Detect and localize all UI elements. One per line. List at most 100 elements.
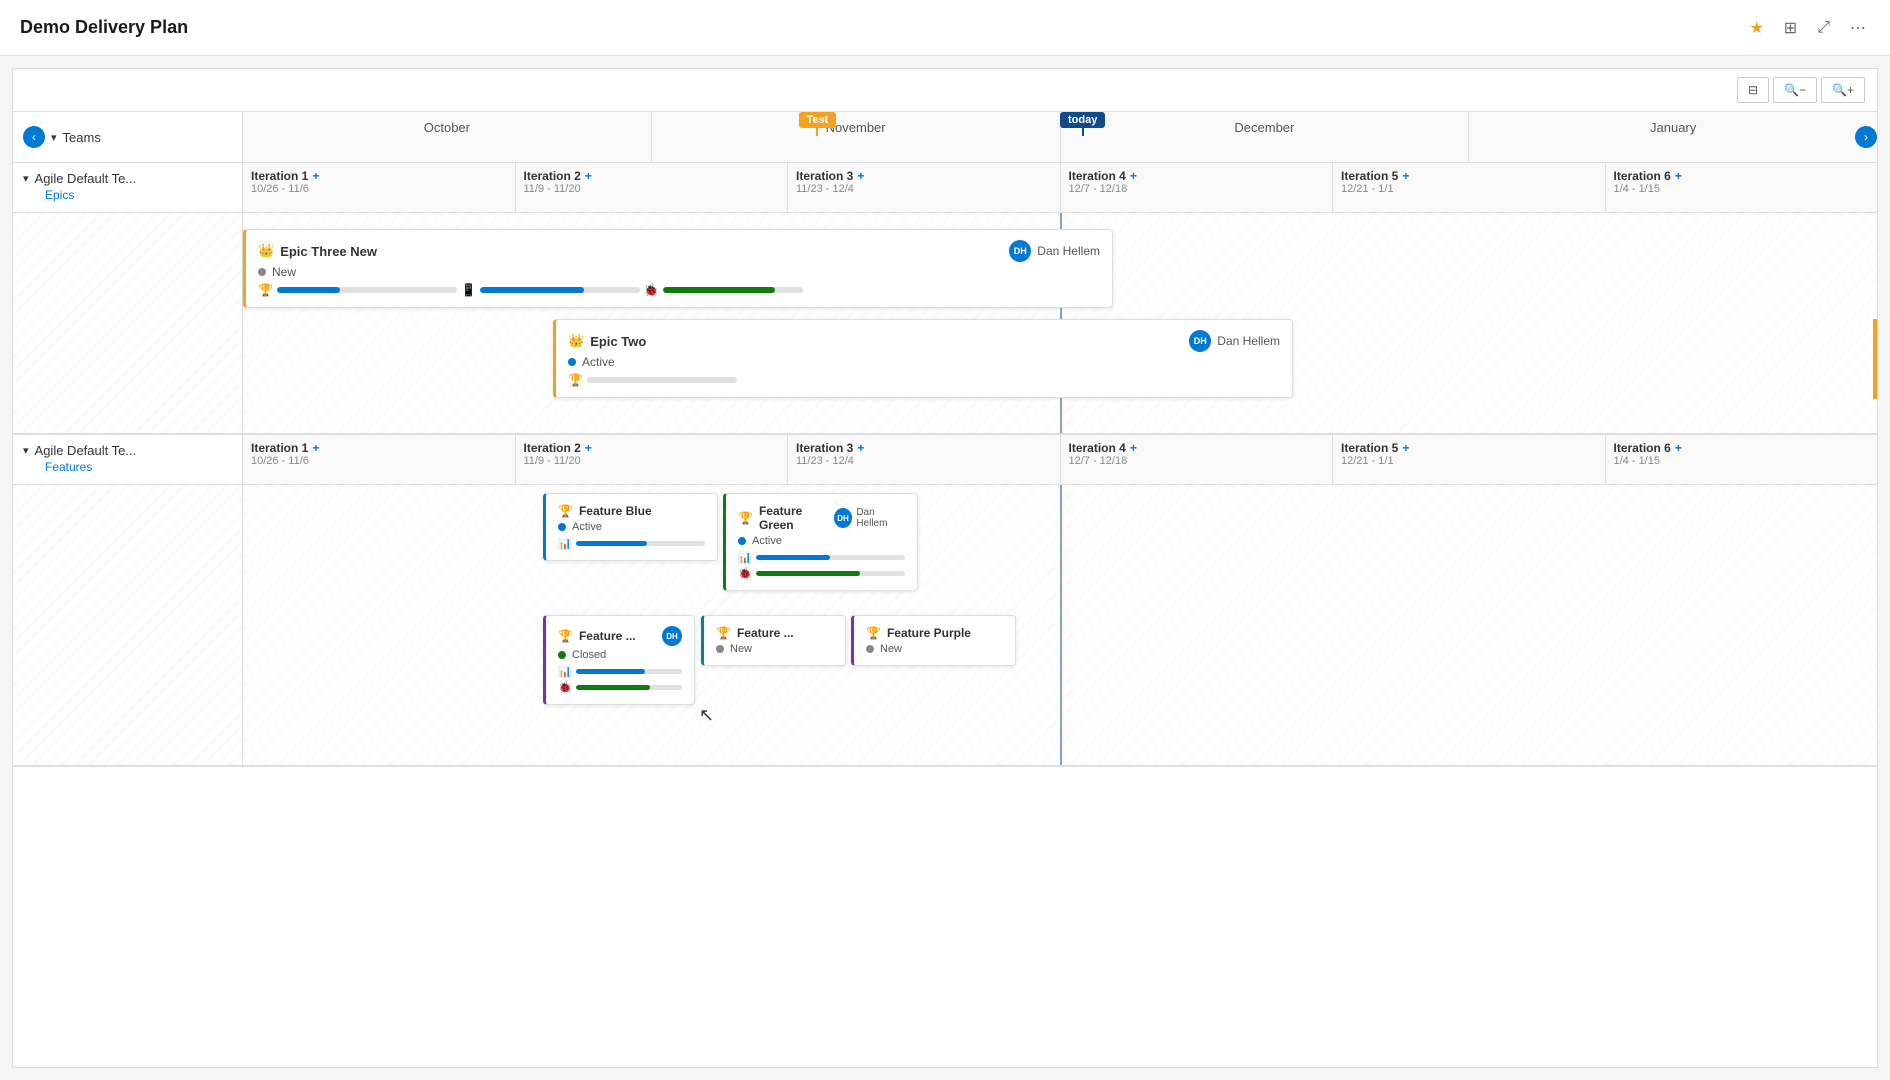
epic-three-crown-icon: 👑 xyxy=(258,243,274,259)
team2-iter6: Iteration 6 + 1/4 - 1/15 xyxy=(1606,435,1878,484)
timeline-header: ‹ ▾ Teams Test today xyxy=(13,112,1877,163)
filter-icon[interactable]: ⊞ xyxy=(1780,14,1801,42)
feature-closed-fill2 xyxy=(576,685,650,690)
feature-teal-status-dot xyxy=(716,645,724,653)
feature-teal-card[interactable]: 🏆 Feature ... New xyxy=(701,615,846,666)
feature-teal-title-row: 🏆 Feature ... xyxy=(716,626,833,640)
epic-three-assignee: DH Dan Hellem xyxy=(1009,240,1100,262)
feature-blue-trophy-icon: 🏆 xyxy=(558,504,573,518)
team1-iter2: Iteration 2 + 11/9 - 11/20 xyxy=(516,163,789,212)
feature-green-status: Active xyxy=(738,535,905,547)
team2-label-area: ▾ Agile Default Te... Features xyxy=(13,435,243,484)
feature-closed-trophy-icon: 🏆 xyxy=(558,629,573,643)
more-icon[interactable]: ⋯ xyxy=(1846,14,1870,42)
iter5-add[interactable]: + xyxy=(1402,169,1409,183)
team2-name[interactable]: ▾ Agile Default Te... xyxy=(23,443,232,458)
teams-label: ▾ Teams xyxy=(51,130,101,145)
feature-closed-status-dot xyxy=(558,651,566,659)
iter2-add[interactable]: + xyxy=(585,169,592,183)
feature-blue-status-label: Active xyxy=(572,521,602,533)
feature-green-title-row: 🏆 Feature Green xyxy=(738,504,834,532)
feature-teal-status-label: New xyxy=(730,643,752,655)
iter3-add[interactable]: + xyxy=(857,169,864,183)
feature-green-fill1 xyxy=(756,555,831,560)
iter4-add[interactable]: + xyxy=(1130,169,1137,183)
feature-blue-progress-icon: 📊 xyxy=(558,537,572,550)
team2-iter3: Iteration 3 + 11/23 - 12/4 xyxy=(788,435,1061,484)
epic-three-avatar: DH xyxy=(1009,240,1031,262)
feature-blue-title-row: 🏆 Feature Blue xyxy=(558,504,705,518)
feature-closed-title-row: 🏆 Feature ... xyxy=(558,629,636,643)
epic-three-fill1 xyxy=(277,287,340,293)
epic-two-track1 xyxy=(587,377,737,383)
feature-teal-trophy-icon: 🏆 xyxy=(716,626,731,640)
team1-title: Agile Default Te... xyxy=(35,171,137,186)
app-header: Demo Delivery Plan ★ ⊞ ⤢ ⋯ xyxy=(0,0,1890,56)
team1-section: ▾ Agile Default Te... Epics Iteration 1 … xyxy=(13,163,1877,435)
feature-teal-status: New xyxy=(716,643,833,655)
feature-green-card[interactable]: 🏆 Feature Green DH Dan Hellem A xyxy=(723,493,918,591)
collapse-icon[interactable]: ⤢ xyxy=(1813,15,1834,41)
team1-name[interactable]: ▾ Agile Default Te... xyxy=(23,171,232,186)
star-icon[interactable]: ★ xyxy=(1745,14,1767,42)
grid-view-button[interactable]: ⊟ xyxy=(1737,77,1769,103)
epic-two-status-dot xyxy=(568,358,576,366)
feature-green-title: Feature Green xyxy=(759,504,834,532)
team2-iter5: Iteration 5 + 12/21 - 1/1 xyxy=(1333,435,1606,484)
feature-blue-progress: 📊 xyxy=(558,537,705,550)
team1-iter6: Iteration 6 + 1/4 - 1/15 xyxy=(1606,163,1878,212)
page-title: Demo Delivery Plan xyxy=(20,17,188,38)
months-row: Test today October November December Jan… xyxy=(243,112,1877,162)
iter1-add[interactable]: + xyxy=(312,169,319,183)
t2-iter1-add[interactable]: + xyxy=(312,441,319,455)
month-december: December xyxy=(1061,112,1470,162)
feature-closed-header: 🏆 Feature ... DH xyxy=(558,626,682,646)
feature-green-trophy-icon: 🏆 xyxy=(738,511,753,525)
feature-purple-trophy-icon: 🏆 xyxy=(866,626,881,640)
timeline-container: ‹ ▾ Teams Test today xyxy=(13,112,1877,1062)
epic-two-card[interactable]: 👑 Epic Two DH Dan Hellem Active xyxy=(553,319,1293,398)
feature-closed-prog-icon1: 📊 xyxy=(558,665,572,678)
epic-two-progress1: 🏆 xyxy=(568,373,1280,387)
team1-iterations-row: Iteration 1 + 10/26 - 11/6 Iteration 2 +… xyxy=(243,163,1877,212)
feature-green-assignee: DH Dan Hellem xyxy=(834,507,905,529)
team1-iter5: Iteration 5 + 12/21 - 1/1 xyxy=(1333,163,1606,212)
epic-three-card[interactable]: 👑 Epic Three New DH Dan Hellem xyxy=(243,229,1113,308)
feature-closed-track2 xyxy=(576,685,682,690)
feature-purple-title: Feature Purple xyxy=(887,626,971,640)
epic-three-status: New xyxy=(258,265,1100,279)
epic-three-progress1: 🏆 📱 🐞 xyxy=(258,283,1100,297)
main-area: ⊟ 🔍− 🔍+ ‹ ▾ Teams Test xyxy=(12,68,1878,1068)
team2-left-spacer xyxy=(13,485,243,765)
t2-iter2-add[interactable]: + xyxy=(585,441,592,455)
t2-iter4-add[interactable]: + xyxy=(1130,441,1137,455)
epic-two-header: 👑 Epic Two DH Dan Hellem xyxy=(568,330,1280,352)
iter6-add[interactable]: + xyxy=(1675,169,1682,183)
epic-three-fill3 xyxy=(663,287,775,293)
teams-title: Teams xyxy=(63,130,101,145)
t2-iter5-add[interactable]: + xyxy=(1402,441,1409,455)
t2-iter6-add[interactable]: + xyxy=(1675,441,1682,455)
bug-icon-1: 🐞 xyxy=(644,283,659,297)
feature-purple-card[interactable]: 🏆 Feature Purple New xyxy=(851,615,1016,666)
feature-closed-fill1 xyxy=(576,669,645,674)
feature-closed-card[interactable]: 🏆 Feature ... DH Closed 📊 xyxy=(543,615,695,705)
feature-closed-status-label: Closed xyxy=(572,649,606,661)
t2-iter3-add[interactable]: + xyxy=(857,441,864,455)
teams-chevron-icon[interactable]: ▾ xyxy=(51,131,57,144)
feature-green-header: 🏆 Feature Green DH Dan Hellem xyxy=(738,504,905,532)
zoom-out-button[interactable]: 🔍− xyxy=(1773,77,1817,103)
feature-closed-title: Feature ... xyxy=(579,629,636,643)
epic-two-assignee: DH Dan Hellem xyxy=(1189,330,1280,352)
nav-right-button[interactable]: › xyxy=(1855,126,1877,148)
epic-three-track2 xyxy=(480,287,640,293)
team1-iterations-header: ▾ Agile Default Te... Epics Iteration 1 … xyxy=(13,163,1877,213)
feature-green-track1 xyxy=(756,555,905,560)
team1-sub-label[interactable]: Epics xyxy=(23,186,232,204)
feature-blue-card[interactable]: 🏆 Feature Blue Active 📊 xyxy=(543,493,718,561)
team2-chevron-icon: ▾ xyxy=(23,444,29,457)
nav-left-button[interactable]: ‹ xyxy=(23,126,45,148)
timeline-body: ▾ Agile Default Te... Epics Iteration 1 … xyxy=(13,163,1877,1062)
zoom-in-button[interactable]: 🔍+ xyxy=(1821,77,1865,103)
team2-sub-label[interactable]: Features xyxy=(23,458,232,476)
